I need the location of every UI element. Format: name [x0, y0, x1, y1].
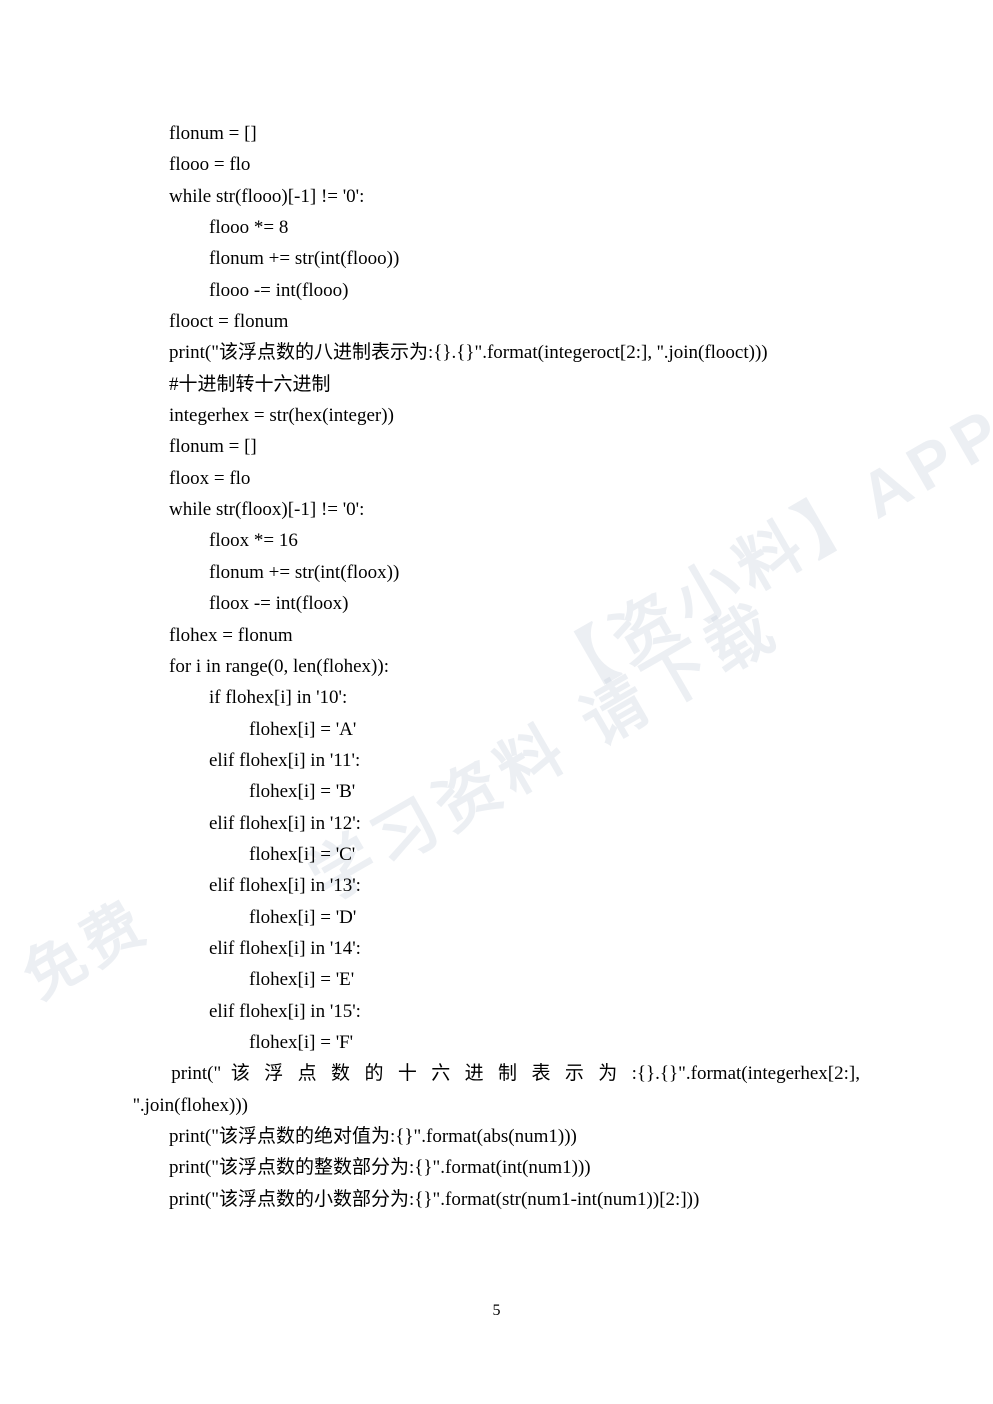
code-line: flohex[i] = 'C' — [133, 839, 860, 870]
code-line: flooct = flonum — [133, 306, 860, 337]
code-line: floox = flo — [133, 463, 860, 494]
code-line: flohex[i] = 'A' — [133, 714, 860, 745]
code-line: flooo = flo — [133, 149, 860, 180]
code-line: flonum = [] — [133, 431, 860, 462]
code-line: elif flohex[i] in '11': — [133, 745, 860, 776]
code-line: elif flohex[i] in '12': — [133, 808, 860, 839]
code-line: print("该浮点数的小数部分为:{}".format(str(num1-in… — [133, 1184, 860, 1215]
code-line: flooo *= 8 — [133, 212, 860, 243]
page-number: 5 — [0, 1298, 993, 1324]
code-line: print(" 该 浮 点 数 的 十 六 进 制 表 示 为 :{}.{}".… — [133, 1058, 860, 1089]
code-line: if flohex[i] in '10': — [133, 682, 860, 713]
code-line: print("该浮点数的八进制表示为:{}.{}".format(integer… — [133, 337, 860, 368]
code-line: print("该浮点数的绝对值为:{}".format(abs(num1))) — [133, 1121, 860, 1152]
code-line: while str(floox)[-1] != '0': — [133, 494, 860, 525]
code-line: elif flohex[i] in '15': — [133, 996, 860, 1027]
code-line: elif flohex[i] in '13': — [133, 870, 860, 901]
code-block: flonum = []flooo = flowhile str(flooo)[-… — [133, 118, 860, 1215]
code-line: flohex[i] = 'F' — [133, 1027, 860, 1058]
code-line: while str(flooo)[-1] != '0': — [133, 181, 860, 212]
code-line: flohex[i] = 'D' — [133, 902, 860, 933]
document-page: 【资小料】APP 学习资料 请下载 免费 flonum = []flooo = … — [0, 0, 993, 1404]
code-line: print("该浮点数的整数部分为:{}".format(int(num1))) — [133, 1152, 860, 1183]
code-line: for i in range(0, len(flohex)): — [133, 651, 860, 682]
code-line: flohex[i] = 'E' — [133, 964, 860, 995]
code-line: flonum = [] — [133, 118, 860, 149]
code-line: flohex = flonum — [133, 620, 860, 651]
code-line: flonum += str(int(floox)) — [133, 557, 860, 588]
code-line: ''.join(flohex))) — [133, 1090, 860, 1121]
code-line: #十进制转十六进制 — [133, 369, 860, 400]
code-line: floox *= 16 — [133, 525, 860, 556]
code-line: flooo -= int(flooo) — [133, 275, 860, 306]
code-line: floox -= int(floox) — [133, 588, 860, 619]
code-line: flonum += str(int(flooo)) — [133, 243, 860, 274]
code-line: elif flohex[i] in '14': — [133, 933, 860, 964]
code-line: flohex[i] = 'B' — [133, 776, 860, 807]
code-line: integerhex = str(hex(integer)) — [133, 400, 860, 431]
